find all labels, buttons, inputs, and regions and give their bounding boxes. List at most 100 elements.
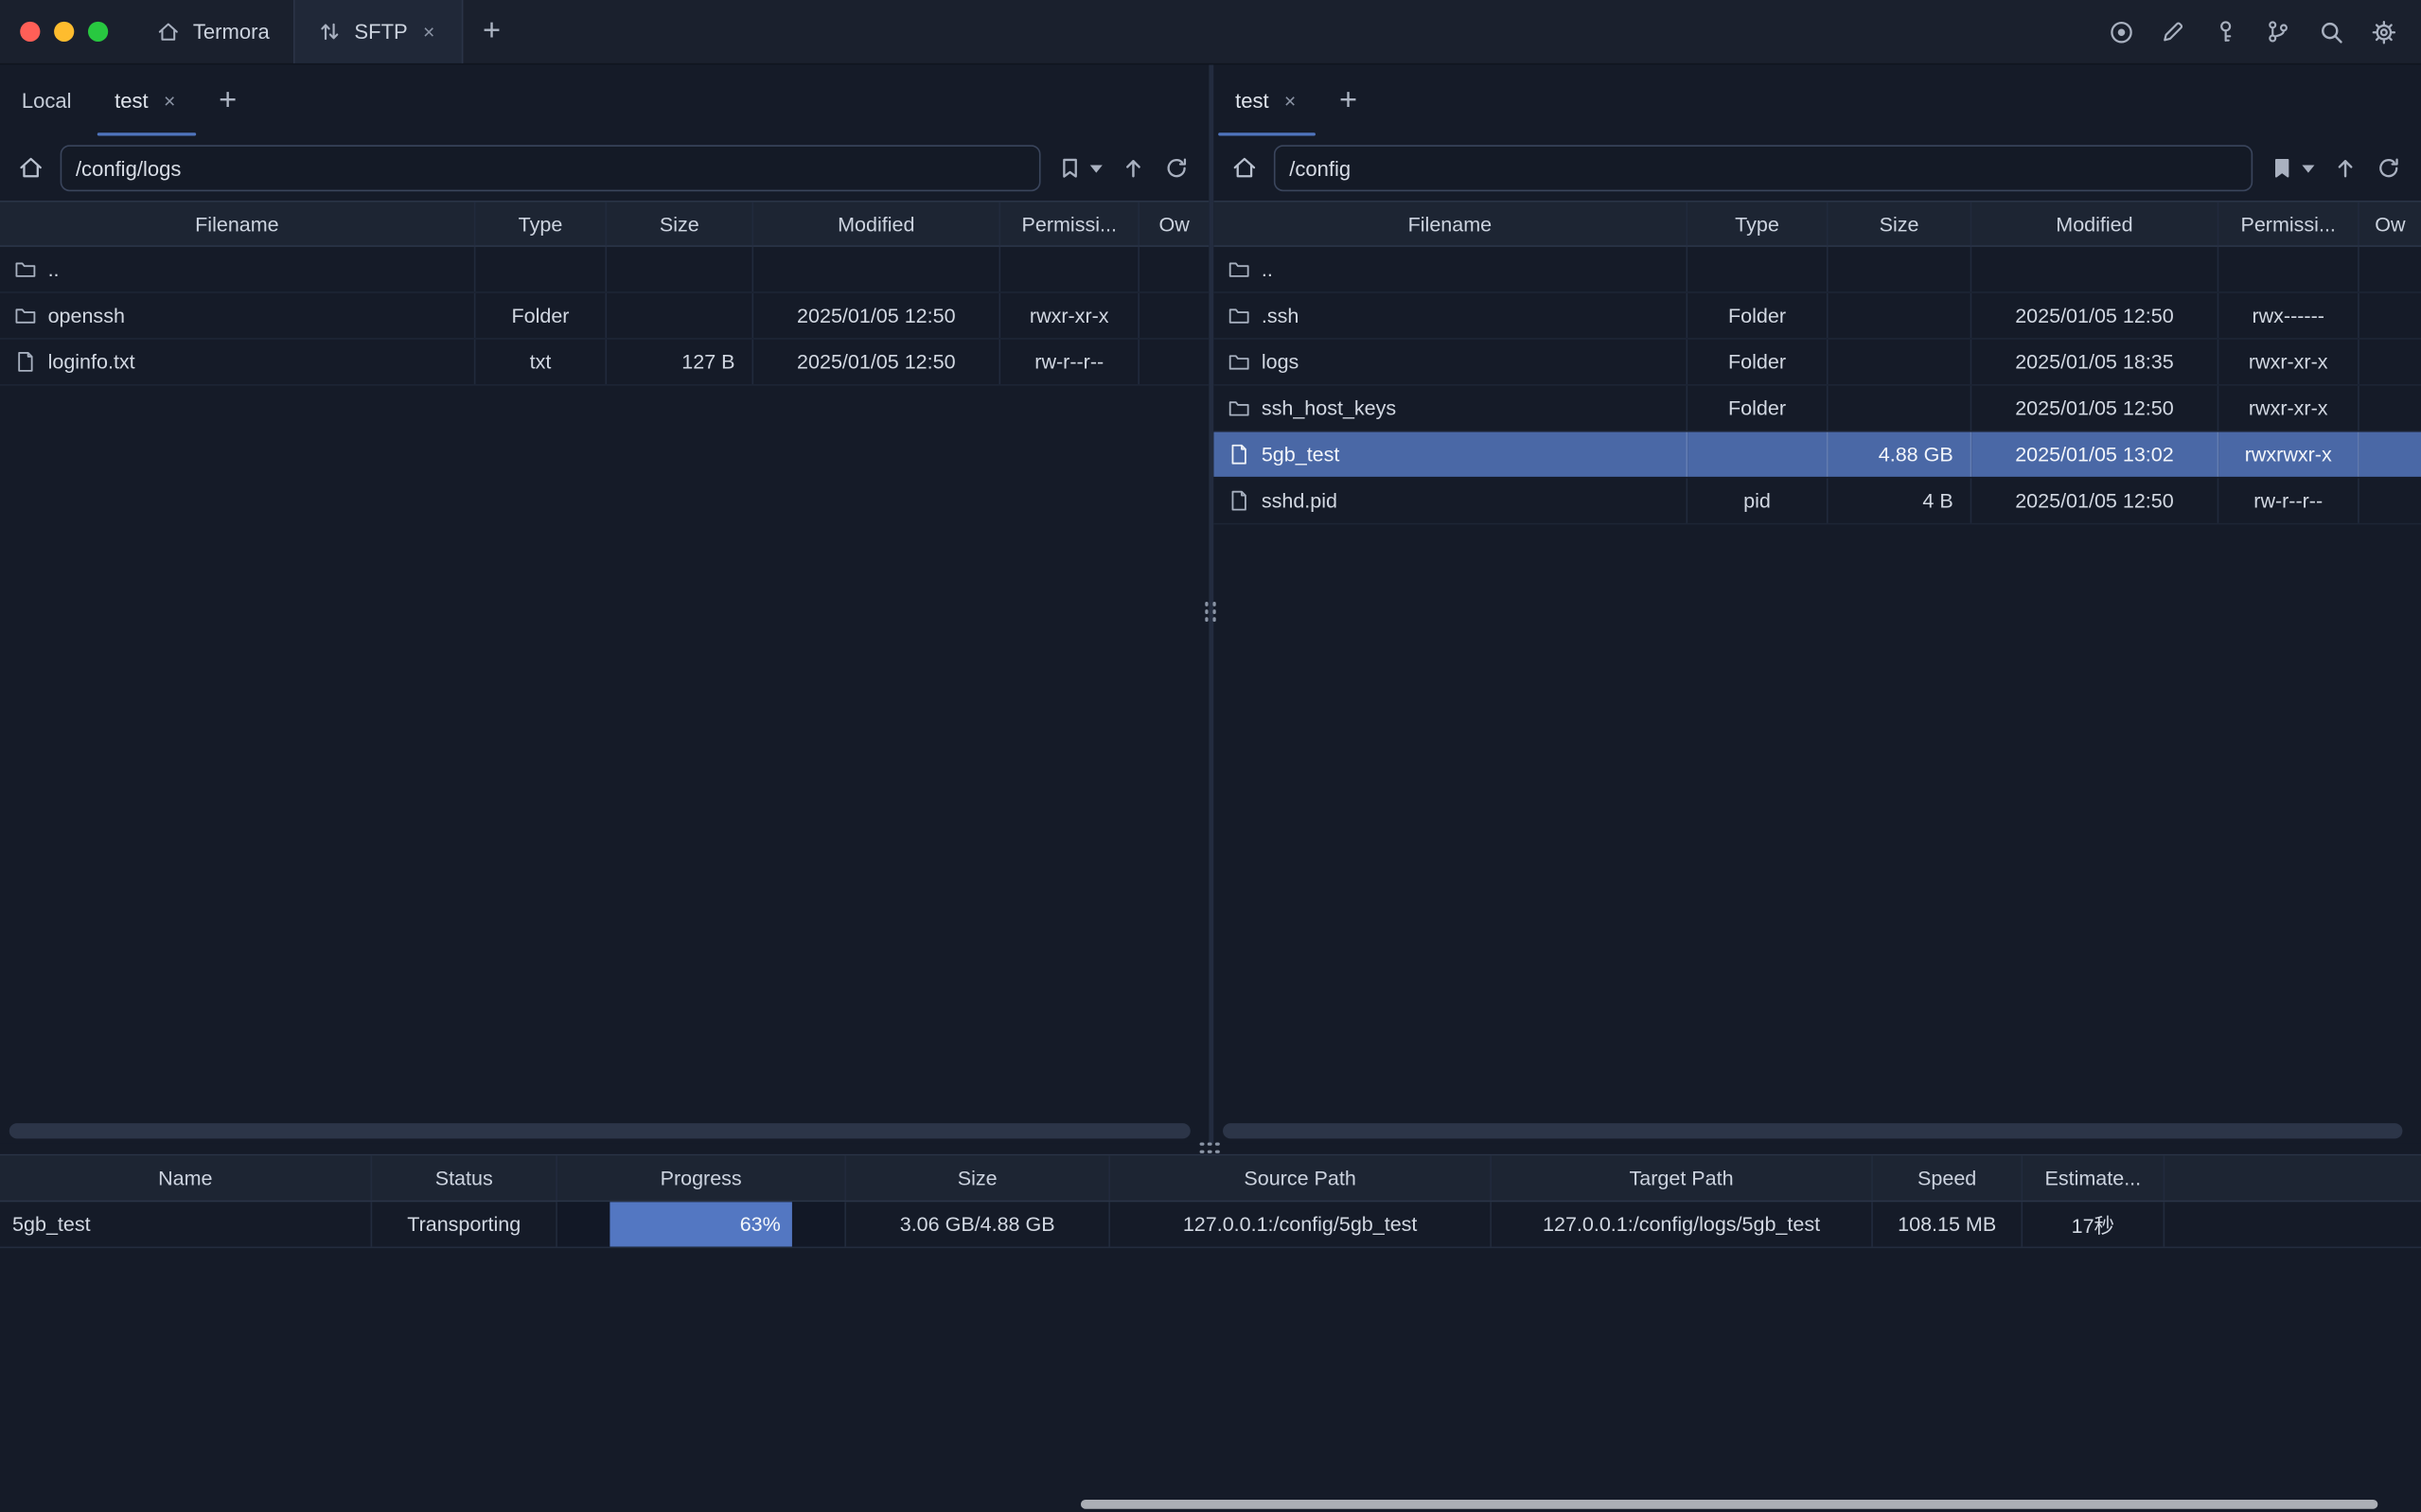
tab-test-left[interactable]: test × [93, 64, 200, 135]
file-name: loginfo.txt [48, 350, 135, 373]
column-header-filename[interactable]: Filename [0, 202, 475, 246]
tab-test-right[interactable]: test × [1213, 64, 1320, 135]
file-modified [1971, 247, 2218, 291]
file-permissions: rwxr-xr-x [1000, 293, 1140, 338]
file-name: .. [1262, 257, 1273, 280]
right-bookmark-dropdown-button[interactable] [2301, 153, 2316, 183]
new-window-tab-button[interactable]: + [463, 0, 521, 63]
right-new-tab-button[interactable]: + [1320, 64, 1375, 135]
left-horizontal-scrollbar[interactable] [9, 1123, 1191, 1138]
bookmark-filled-icon [2269, 156, 2293, 181]
transfer-column-speed: Speed [1873, 1155, 2023, 1200]
column-header-type[interactable]: Type [1688, 202, 1828, 246]
left-bookmark-button[interactable] [1054, 153, 1084, 183]
right-refresh-button[interactable] [2373, 153, 2402, 183]
table-row[interactable]: .ssh Folder 2025/01/05 12:50 rwx------ [1213, 293, 2421, 340]
file-type: pid [1688, 478, 1828, 522]
file-modified: 2025/01/05 12:50 [1971, 478, 2218, 522]
transfer-estimate: 17秒 [2023, 1202, 2165, 1246]
right-up-directory-button[interactable] [2330, 153, 2359, 183]
table-row[interactable]: .. [1213, 247, 2421, 293]
folder-icon [1228, 304, 1250, 326]
table-row[interactable]: logs Folder 2025/01/05 18:35 rwxr-xr-x [1213, 340, 2421, 386]
right-table-body: .. .ssh Folder [1213, 247, 2421, 525]
close-window-button[interactable] [20, 22, 40, 42]
left-home-button[interactable] [15, 152, 46, 184]
record-button[interactable] [2106, 17, 2135, 46]
file-name: openssh [48, 304, 125, 326]
file-type: Folder [1688, 340, 1828, 384]
transfer-panel-splitter[interactable] [0, 1143, 2421, 1153]
column-header-filename[interactable]: Filename [1213, 202, 1688, 246]
tab-sftp[interactable]: SFTP × [292, 0, 463, 63]
zoom-window-button[interactable] [88, 22, 108, 42]
home-icon [156, 19, 181, 44]
right-path-input[interactable] [1274, 145, 2253, 191]
transfer-row[interactable]: 5gb_test Transporting 63% 3.06 GB/4.88 G… [0, 1202, 2421, 1248]
column-header-size[interactable]: Size [607, 202, 753, 246]
column-header-permissions[interactable]: Permissi... [1000, 202, 1140, 246]
left-new-tab-button[interactable]: + [200, 64, 255, 135]
tab-test-right-close-icon[interactable]: × [1281, 87, 1299, 114]
table-row[interactable]: loginfo.txt txt 127 B 2025/01/05 12:50 r… [0, 340, 1209, 386]
progress-fill: 63% [610, 1202, 791, 1246]
file-name: logs [1262, 350, 1299, 373]
table-row[interactable]: .. [0, 247, 1209, 293]
chevron-down-icon [2302, 165, 2314, 172]
edit-button[interactable] [2159, 17, 2188, 46]
right-bookmark-group [2267, 153, 2316, 183]
column-header-modified[interactable]: Modified [753, 202, 1000, 246]
file-modified: 2025/01/05 18:35 [1971, 340, 2218, 384]
table-row[interactable]: ssh_host_keys Folder 2025/01/05 12:50 rw… [1213, 386, 2421, 432]
tab-sftp-label: SFTP [354, 20, 407, 43]
transfer-progress-bar: 63% [557, 1202, 846, 1246]
transfer-column-estimate: Estimate... [2023, 1155, 2165, 1200]
bottom-horizontal-scrollbar[interactable] [1081, 1500, 2377, 1509]
table-row[interactable]: sshd.pid pid 4 B 2025/01/05 12:50 rw-r--… [1213, 478, 2421, 524]
right-bookmark-button[interactable] [2267, 153, 2296, 183]
chevron-down-icon [1090, 165, 1103, 172]
settings-button[interactable] [2369, 17, 2398, 46]
key-button[interactable] [2211, 17, 2240, 46]
tab-sftp-close-icon[interactable]: × [420, 19, 438, 45]
table-row[interactable]: openssh Folder 2025/01/05 12:50 rwxr-xr-… [0, 293, 1209, 340]
file-type: Folder [1688, 386, 1828, 431]
transfers-panel: Name Status Progress Size Source Path Ta… [0, 1154, 2421, 1248]
file-type [1688, 432, 1828, 477]
left-bookmark-dropdown-button[interactable] [1088, 153, 1104, 183]
column-header-owner[interactable]: Ow [1140, 202, 1209, 246]
right-pathbar [1213, 135, 2421, 200]
progress-percent-label: 63% [740, 1213, 781, 1236]
termora-window: Termora SFTP × + [0, 0, 2421, 1512]
right-home-button[interactable] [1229, 152, 1261, 184]
table-row-selected[interactable]: 5gb_test 4.88 GB 2025/01/05 13:02 rwxrwx… [1213, 432, 2421, 479]
column-header-type[interactable]: Type [475, 202, 607, 246]
folder-icon [14, 304, 37, 326]
search-button[interactable] [2316, 17, 2345, 46]
file-owner [1140, 340, 1209, 384]
file-permissions: rwxrwxr-x [2218, 432, 2359, 477]
file-type [475, 247, 607, 291]
branch-button[interactable] [2264, 17, 2293, 46]
left-up-directory-button[interactable] [1118, 153, 1147, 183]
tab-termora[interactable]: Termora [133, 0, 292, 63]
file-permissions [1000, 247, 1140, 291]
column-header-modified[interactable]: Modified [1971, 202, 2218, 246]
right-horizontal-scrollbar[interactable] [1223, 1123, 2402, 1138]
folder-icon [1228, 257, 1250, 280]
file-name: ssh_host_keys [1262, 396, 1396, 419]
column-header-size[interactable]: Size [1829, 202, 1972, 246]
minimize-window-button[interactable] [54, 22, 74, 42]
tab-local[interactable]: Local [0, 64, 93, 135]
file-icon [1228, 489, 1250, 512]
left-path-input[interactable] [61, 145, 1041, 191]
file-owner [1140, 247, 1209, 291]
column-header-owner[interactable]: Ow [2359, 202, 2421, 246]
right-table-header: Filename Type Size Modified Permissi... … [1213, 201, 2421, 247]
folder-icon [1228, 396, 1250, 419]
transfer-arrows-icon [317, 19, 342, 44]
column-header-permissions[interactable]: Permissi... [2218, 202, 2359, 246]
traffic-lights [0, 0, 133, 63]
tab-test-left-close-icon[interactable]: × [161, 87, 179, 114]
left-refresh-button[interactable] [1161, 153, 1191, 183]
